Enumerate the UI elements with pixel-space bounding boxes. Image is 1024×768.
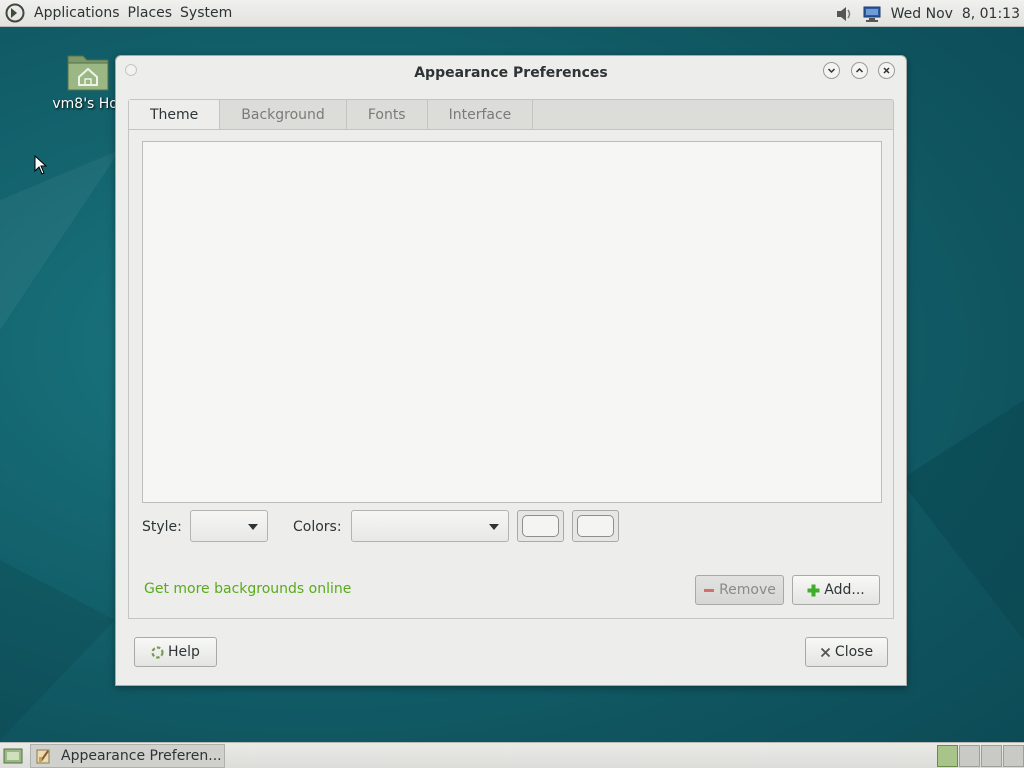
help-label: Help	[168, 644, 200, 660]
appearance-app-icon	[36, 749, 50, 764]
dropdown-arrow-icon	[489, 524, 499, 530]
x-icon	[820, 647, 831, 658]
network-icon[interactable]	[861, 3, 883, 25]
appearance-preferences-window: Appearance Preferences Theme Background …	[115, 55, 907, 686]
minimize-button[interactable]	[823, 62, 840, 79]
places-menu[interactable]: Places	[124, 5, 177, 21]
tab-theme[interactable]: Theme	[129, 100, 221, 129]
style-dropdown[interactable]	[190, 510, 268, 542]
show-desktop-icon[interactable]	[3, 747, 23, 765]
workspace-1[interactable]	[937, 745, 958, 767]
top-panel: Applications Places System Wed Nov 8, 01…	[0, 0, 1024, 27]
plus-icon	[807, 584, 820, 597]
remove-label: Remove	[719, 582, 776, 598]
preferences-notebook: Theme Background Fonts Interface Style: …	[128, 99, 894, 619]
system-menu[interactable]: System	[176, 5, 236, 21]
theme-page: Style: Colors: Get more backgrounds onli…	[128, 129, 894, 619]
bottom-panel: Appearance Preferen...	[0, 742, 1024, 768]
colors-label: Colors:	[293, 519, 342, 535]
taskbar-item-appearance[interactable]: Appearance Preferen...	[30, 744, 225, 768]
close-label: Close	[834, 644, 874, 660]
clock[interactable]: Wed Nov 8, 01:13	[891, 6, 1020, 22]
workspace-2[interactable]	[959, 745, 980, 767]
get-more-backgrounds-link[interactable]: Get more backgrounds online	[144, 581, 351, 597]
speaker-icon[interactable]	[833, 3, 855, 25]
tab-fonts[interactable]: Fonts	[347, 100, 428, 129]
tab-background[interactable]: Background	[220, 100, 347, 129]
remove-button[interactable]: Remove	[695, 575, 784, 605]
workspace-4[interactable]	[1003, 745, 1024, 767]
tab-interface[interactable]: Interface	[428, 100, 534, 129]
chevron-up-icon	[855, 67, 864, 73]
window-titlebar[interactable]: Appearance Preferences	[116, 56, 906, 89]
add-label: Add...	[824, 582, 865, 598]
window-menu-button[interactable]	[125, 64, 137, 76]
close-button[interactable]: Close	[805, 637, 888, 667]
dropdown-arrow-icon	[248, 524, 258, 530]
color-swatch-button-2[interactable]	[572, 510, 619, 542]
taskbar-item-label: Appearance Preferen...	[61, 748, 222, 764]
chevron-down-icon	[827, 68, 836, 74]
colors-dropdown[interactable]	[351, 510, 509, 542]
workspace-3[interactable]	[981, 745, 1002, 767]
window-title: Appearance Preferences	[414, 64, 608, 81]
theme-controls-row: Style: Colors:	[142, 510, 882, 544]
distro-logo-icon[interactable]	[4, 2, 26, 24]
add-button[interactable]: Add...	[792, 575, 880, 605]
maximize-button[interactable]	[851, 62, 868, 79]
style-label: Style:	[142, 519, 182, 535]
help-button[interactable]: Help	[134, 637, 217, 667]
color-swatch-button-1[interactable]	[517, 510, 564, 542]
system-tray: Wed Nov 8, 01:13	[833, 0, 1024, 27]
theme-list[interactable]	[142, 141, 882, 503]
close-icon	[883, 67, 890, 74]
home-icon-label: vm8's Hor	[52, 96, 124, 112]
minus-icon	[703, 584, 715, 596]
close-window-button[interactable]	[878, 62, 895, 79]
mouse-cursor-icon	[34, 155, 48, 175]
home-folder-icon	[67, 55, 109, 91]
lifebuoy-icon	[151, 645, 164, 659]
applications-menu[interactable]: Applications	[30, 5, 124, 21]
tab-bar: Theme Background Fonts Interface	[128, 99, 894, 129]
